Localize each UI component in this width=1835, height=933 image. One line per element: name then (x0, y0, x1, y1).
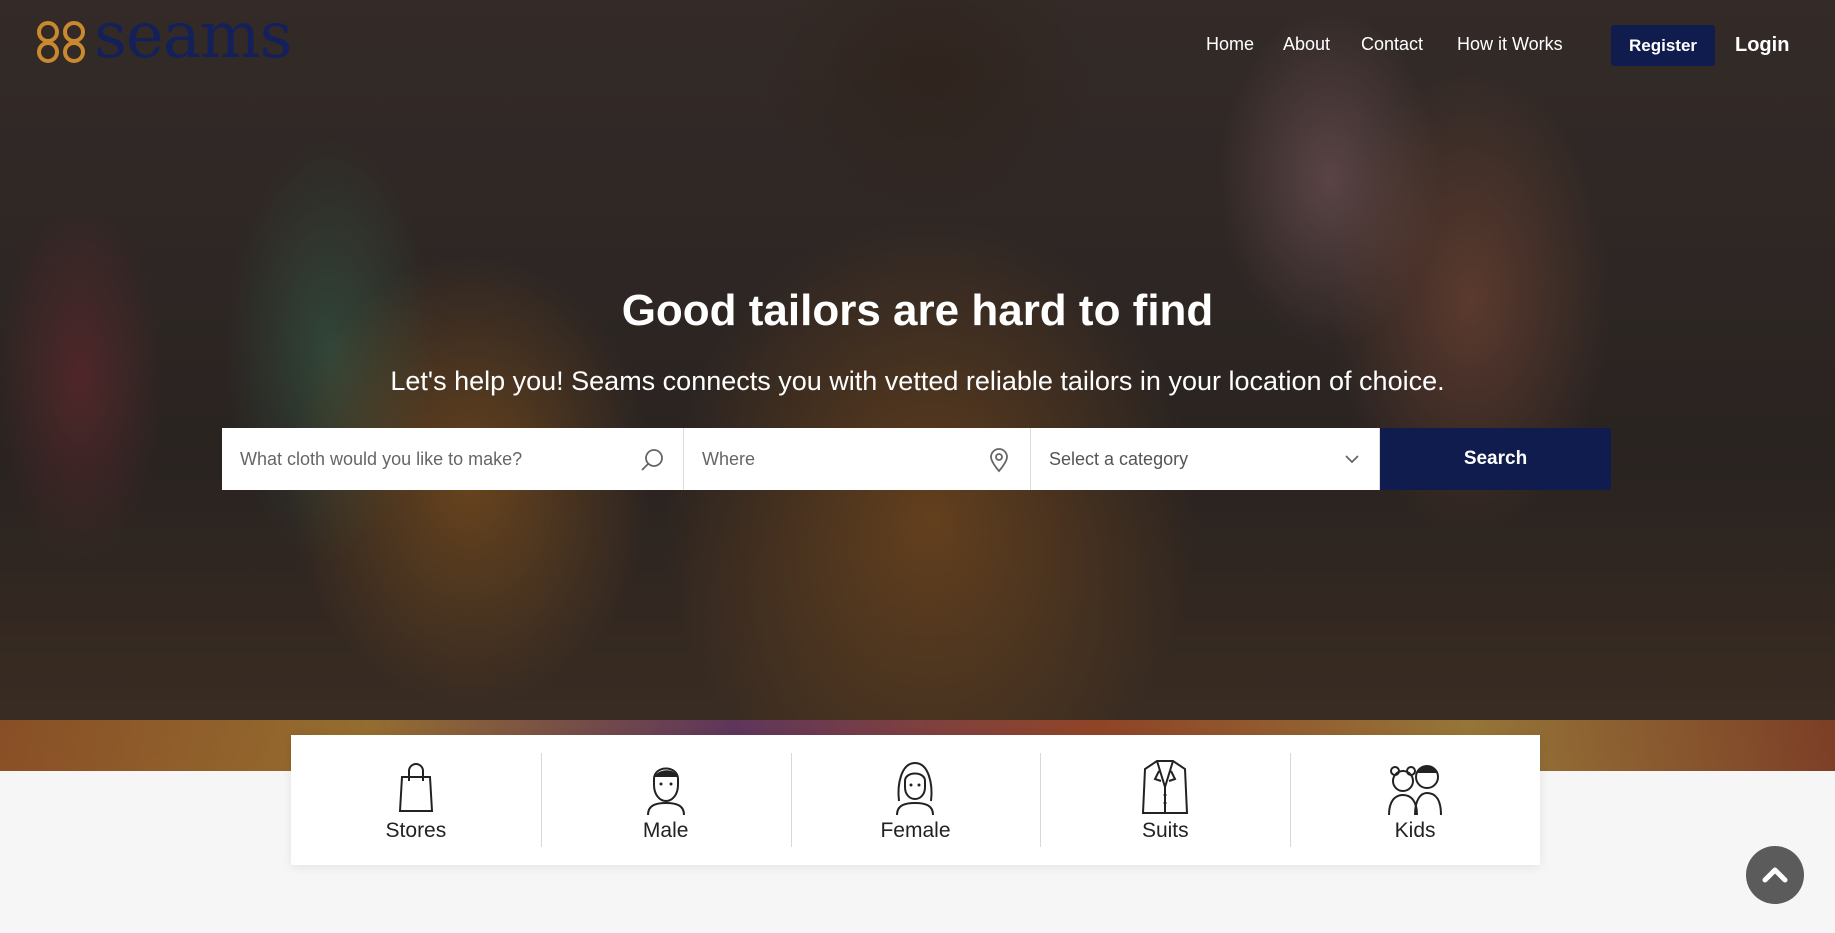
category-select-value: Select a category (1049, 448, 1189, 469)
category-label: Stores (385, 819, 447, 842)
cloth-field-wrap (222, 428, 684, 490)
female-avatar-icon (896, 761, 935, 816)
back-to-top-button[interactable] (1746, 846, 1804, 904)
logo-text: seams (94, 0, 292, 73)
category-kids[interactable]: Kids (1290, 735, 1540, 865)
where-input[interactable] (684, 428, 1030, 490)
hero-headline: Good tailors are hard to find (621, 286, 1214, 335)
search-icon (641, 449, 663, 471)
category-suits[interactable]: Suits (1040, 735, 1290, 865)
category-label: Female (880, 819, 951, 842)
nav-about[interactable]: About (1283, 34, 1330, 55)
category-label: Male (642, 819, 689, 842)
shopping-bag-icon (398, 763, 433, 812)
chevron-down-icon (1345, 455, 1359, 464)
login-link[interactable]: Login (1735, 34, 1789, 57)
search-bar: Select a category Search (222, 428, 1611, 490)
register-button[interactable]: Register (1611, 25, 1715, 66)
category-male[interactable]: Male (540, 735, 791, 865)
hero-subline: Let's help you! Seams connects you with … (390, 366, 1445, 396)
kids-icon (1388, 765, 1443, 816)
category-label: Kids (1394, 819, 1436, 842)
logo-mark-icon (37, 21, 85, 63)
category-bar: Stores Male Female Suits Kids (291, 735, 1540, 865)
nav-home[interactable]: Home (1206, 34, 1254, 55)
where-field-wrap (684, 428, 1031, 490)
male-avatar-icon (646, 767, 685, 816)
category-stores[interactable]: Stores (291, 735, 541, 865)
category-label: Suits (1141, 819, 1189, 842)
search-button[interactable]: Search (1380, 428, 1611, 490)
nav-how-it-works[interactable]: How it Works (1457, 34, 1563, 55)
suit-jacket-icon (1142, 760, 1189, 814)
chevron-up-icon (1762, 867, 1788, 883)
category-female[interactable]: Female (790, 735, 1041, 865)
cloth-search-input[interactable] (222, 428, 683, 490)
location-pin-icon (990, 448, 1008, 473)
category-select[interactable]: Select a category (1031, 428, 1380, 490)
brand-logo[interactable]: seams (32, 4, 292, 74)
nav-contact[interactable]: Contact (1361, 34, 1423, 55)
